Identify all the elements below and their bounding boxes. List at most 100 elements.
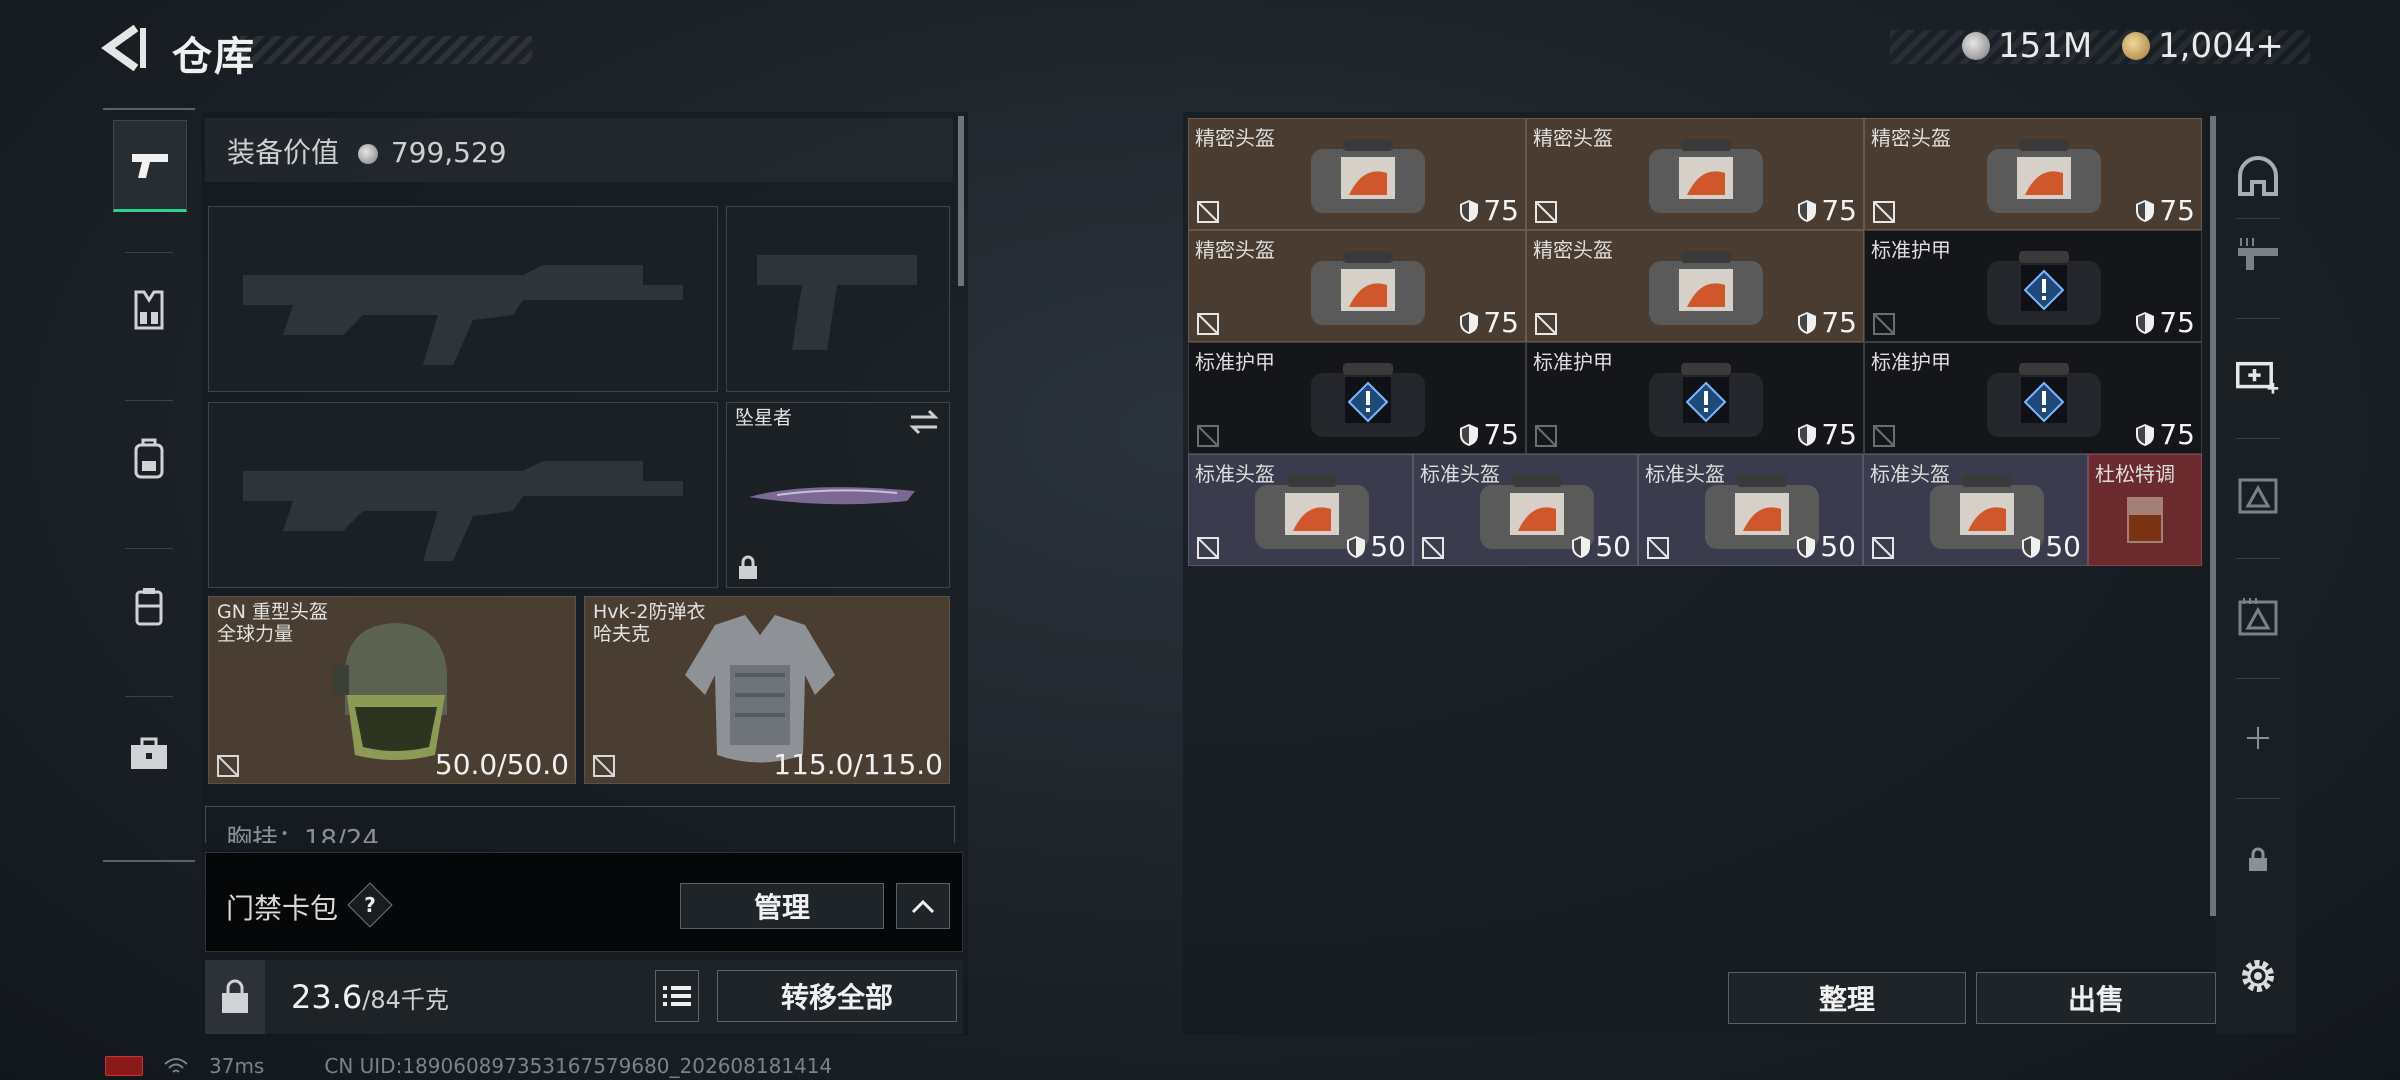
- helmet-icon: [2238, 156, 2278, 196]
- keycard-bar: 门禁卡包 ? 管理: [205, 852, 963, 952]
- weight-bar: 23.6/84千克 转移全部: [205, 960, 963, 1034]
- item-name: 标准护甲: [1533, 350, 1613, 374]
- storage-item[interactable]: 标准头盔 50: [1188, 454, 1413, 566]
- helmet-durability: 50.0/50.0: [434, 748, 569, 781]
- durability-value: 75: [1483, 306, 1519, 339]
- list-view-button[interactable]: [655, 970, 699, 1022]
- rail-gear-filter[interactable]: [2236, 596, 2280, 640]
- gold-coin-icon: [2122, 32, 2150, 60]
- weight-lock-button[interactable]: [205, 960, 265, 1034]
- item-name: 精密头盔: [1533, 126, 1613, 150]
- chest-rig-header[interactable]: 胸挂：18/24: [205, 806, 955, 843]
- rail-add[interactable]: [2236, 716, 2280, 760]
- storage-item[interactable]: 标准护甲 75: [1864, 342, 2202, 454]
- rail-lock[interactable]: [2236, 838, 2280, 882]
- storage-item[interactable]: 标准护甲 75: [1526, 342, 1864, 454]
- no-insure-icon: [1197, 425, 1219, 447]
- chevron-up-icon: [911, 899, 935, 914]
- toolbox-icon: [131, 737, 167, 769]
- armor-case-icon: [1311, 363, 1425, 437]
- item-durability: 75: [2135, 306, 2195, 339]
- durability-value: 50: [1370, 530, 1406, 563]
- item-name: 精密头盔: [1195, 126, 1275, 150]
- durability-value: 50: [1820, 530, 1856, 563]
- secondary-weapon-slot[interactable]: [208, 402, 718, 588]
- weight-lock-icon: [222, 979, 248, 1013]
- shield-icon: [2022, 535, 2041, 558]
- storage-item[interactable]: 标准头盔 50: [1638, 454, 1863, 566]
- storage-item[interactable]: 精密头盔 75: [1188, 230, 1526, 342]
- storage-item[interactable]: 精密头盔 75: [1864, 118, 2202, 230]
- swap-icon[interactable]: [907, 409, 941, 435]
- sell-button[interactable]: 出售: [1976, 972, 2216, 1024]
- equipment-value-amount: 799,529: [390, 136, 507, 169]
- storage-item[interactable]: 精密头盔 75: [1526, 118, 1864, 230]
- rail-weapon-filter[interactable]: [2236, 234, 2280, 278]
- battery-icon: [105, 1056, 143, 1076]
- settings-button[interactable]: [2236, 954, 2280, 998]
- item-name: 标准护甲: [1871, 238, 1951, 262]
- silver-amount: 151M: [1998, 26, 2093, 66]
- item-name: 精密头盔: [1195, 238, 1275, 262]
- tab-weapons[interactable]: [113, 120, 187, 212]
- gold-currency[interactable]: 1,004+: [2122, 26, 2284, 66]
- tab-toolbox[interactable]: [113, 710, 185, 798]
- rail-armor-filter[interactable]: [2236, 474, 2280, 518]
- collapse-button[interactable]: [896, 883, 950, 929]
- helmet-bag-icon: [1311, 251, 1425, 325]
- item-durability: 50: [1571, 530, 1631, 563]
- pistol-slot[interactable]: [726, 206, 950, 392]
- no-insure-icon: [593, 755, 615, 777]
- storage-item[interactable]: 标准头盔 50: [1413, 454, 1638, 566]
- helmet-slot[interactable]: GN 重型头盔 全球力量 50.0/50.0: [208, 596, 576, 784]
- no-insure-icon: [1197, 201, 1219, 223]
- no-insure-icon: [1197, 537, 1219, 559]
- storage-item[interactable]: 标准头盔 50: [1863, 454, 2088, 566]
- melee-slot[interactable]: 坠星者: [726, 402, 950, 588]
- durability-value: 75: [1821, 194, 1857, 227]
- storage-item[interactable]: 杜松特调: [2088, 454, 2202, 566]
- uid-text: CN UID:1890608973531675796​80_2026081814…: [324, 1054, 833, 1078]
- no-insure-icon: [1535, 425, 1557, 447]
- armor-slot[interactable]: Hvk-2防弹衣 哈夫克 115.0/115.0: [584, 596, 950, 784]
- tab-case[interactable]: [113, 562, 185, 650]
- no-insure-icon: [1873, 201, 1895, 223]
- storage-item[interactable]: 精密头盔 75: [1526, 230, 1864, 342]
- status-line: 37ms CN UID:1890608973531675796​80_20260…: [105, 1054, 832, 1078]
- tab-vest[interactable]: [113, 266, 185, 354]
- rail-helmet-filter[interactable]: [2236, 154, 2280, 198]
- shield-icon: [1797, 535, 1816, 558]
- durability-value: 75: [2159, 418, 2195, 451]
- item-durability: 75: [2135, 418, 2195, 451]
- sort-button[interactable]: 整理: [1728, 972, 1966, 1024]
- item-durability: 75: [2135, 194, 2195, 227]
- no-insure-icon: [1873, 425, 1895, 447]
- manage-button[interactable]: 管理: [680, 883, 884, 929]
- rail-add-storage[interactable]: [2236, 354, 2280, 398]
- storage-item[interactable]: 标准护甲 75: [1864, 230, 2202, 342]
- title-decoration: [240, 36, 532, 64]
- rifle-silhouette-icon: [243, 461, 683, 561]
- silver-currency[interactable]: 151M: [1962, 26, 2092, 66]
- back-button[interactable]: [100, 22, 150, 74]
- gear-case-icon: [2238, 598, 2278, 636]
- durability-value: 75: [1483, 418, 1519, 451]
- item-durability: 50: [1346, 530, 1406, 563]
- shield-icon: [1572, 535, 1591, 558]
- primary-weapon-slot[interactable]: [208, 206, 718, 392]
- storage-item[interactable]: 精密头盔 75: [1188, 118, 1526, 230]
- transfer-all-button[interactable]: 转移全部: [717, 970, 957, 1022]
- help-icon[interactable]: ?: [347, 882, 393, 928]
- gold-amount: 1,004+: [2158, 26, 2284, 66]
- melee-blade-icon: [749, 487, 915, 505]
- shield-icon: [1798, 423, 1817, 446]
- storage-item[interactable]: 标准护甲 75: [1188, 342, 1526, 454]
- weight-value: 23.6/84千克: [291, 978, 449, 1016]
- armor-case-icon: [2238, 478, 2278, 514]
- tab-backpack[interactable]: [113, 414, 185, 502]
- item-durability: 75: [1459, 306, 1519, 339]
- loadout-scrollbar[interactable]: [958, 116, 964, 286]
- item-name: 标准护甲: [1871, 350, 1951, 374]
- no-insure-icon: [1873, 313, 1895, 335]
- gear-icon: [2242, 960, 2274, 992]
